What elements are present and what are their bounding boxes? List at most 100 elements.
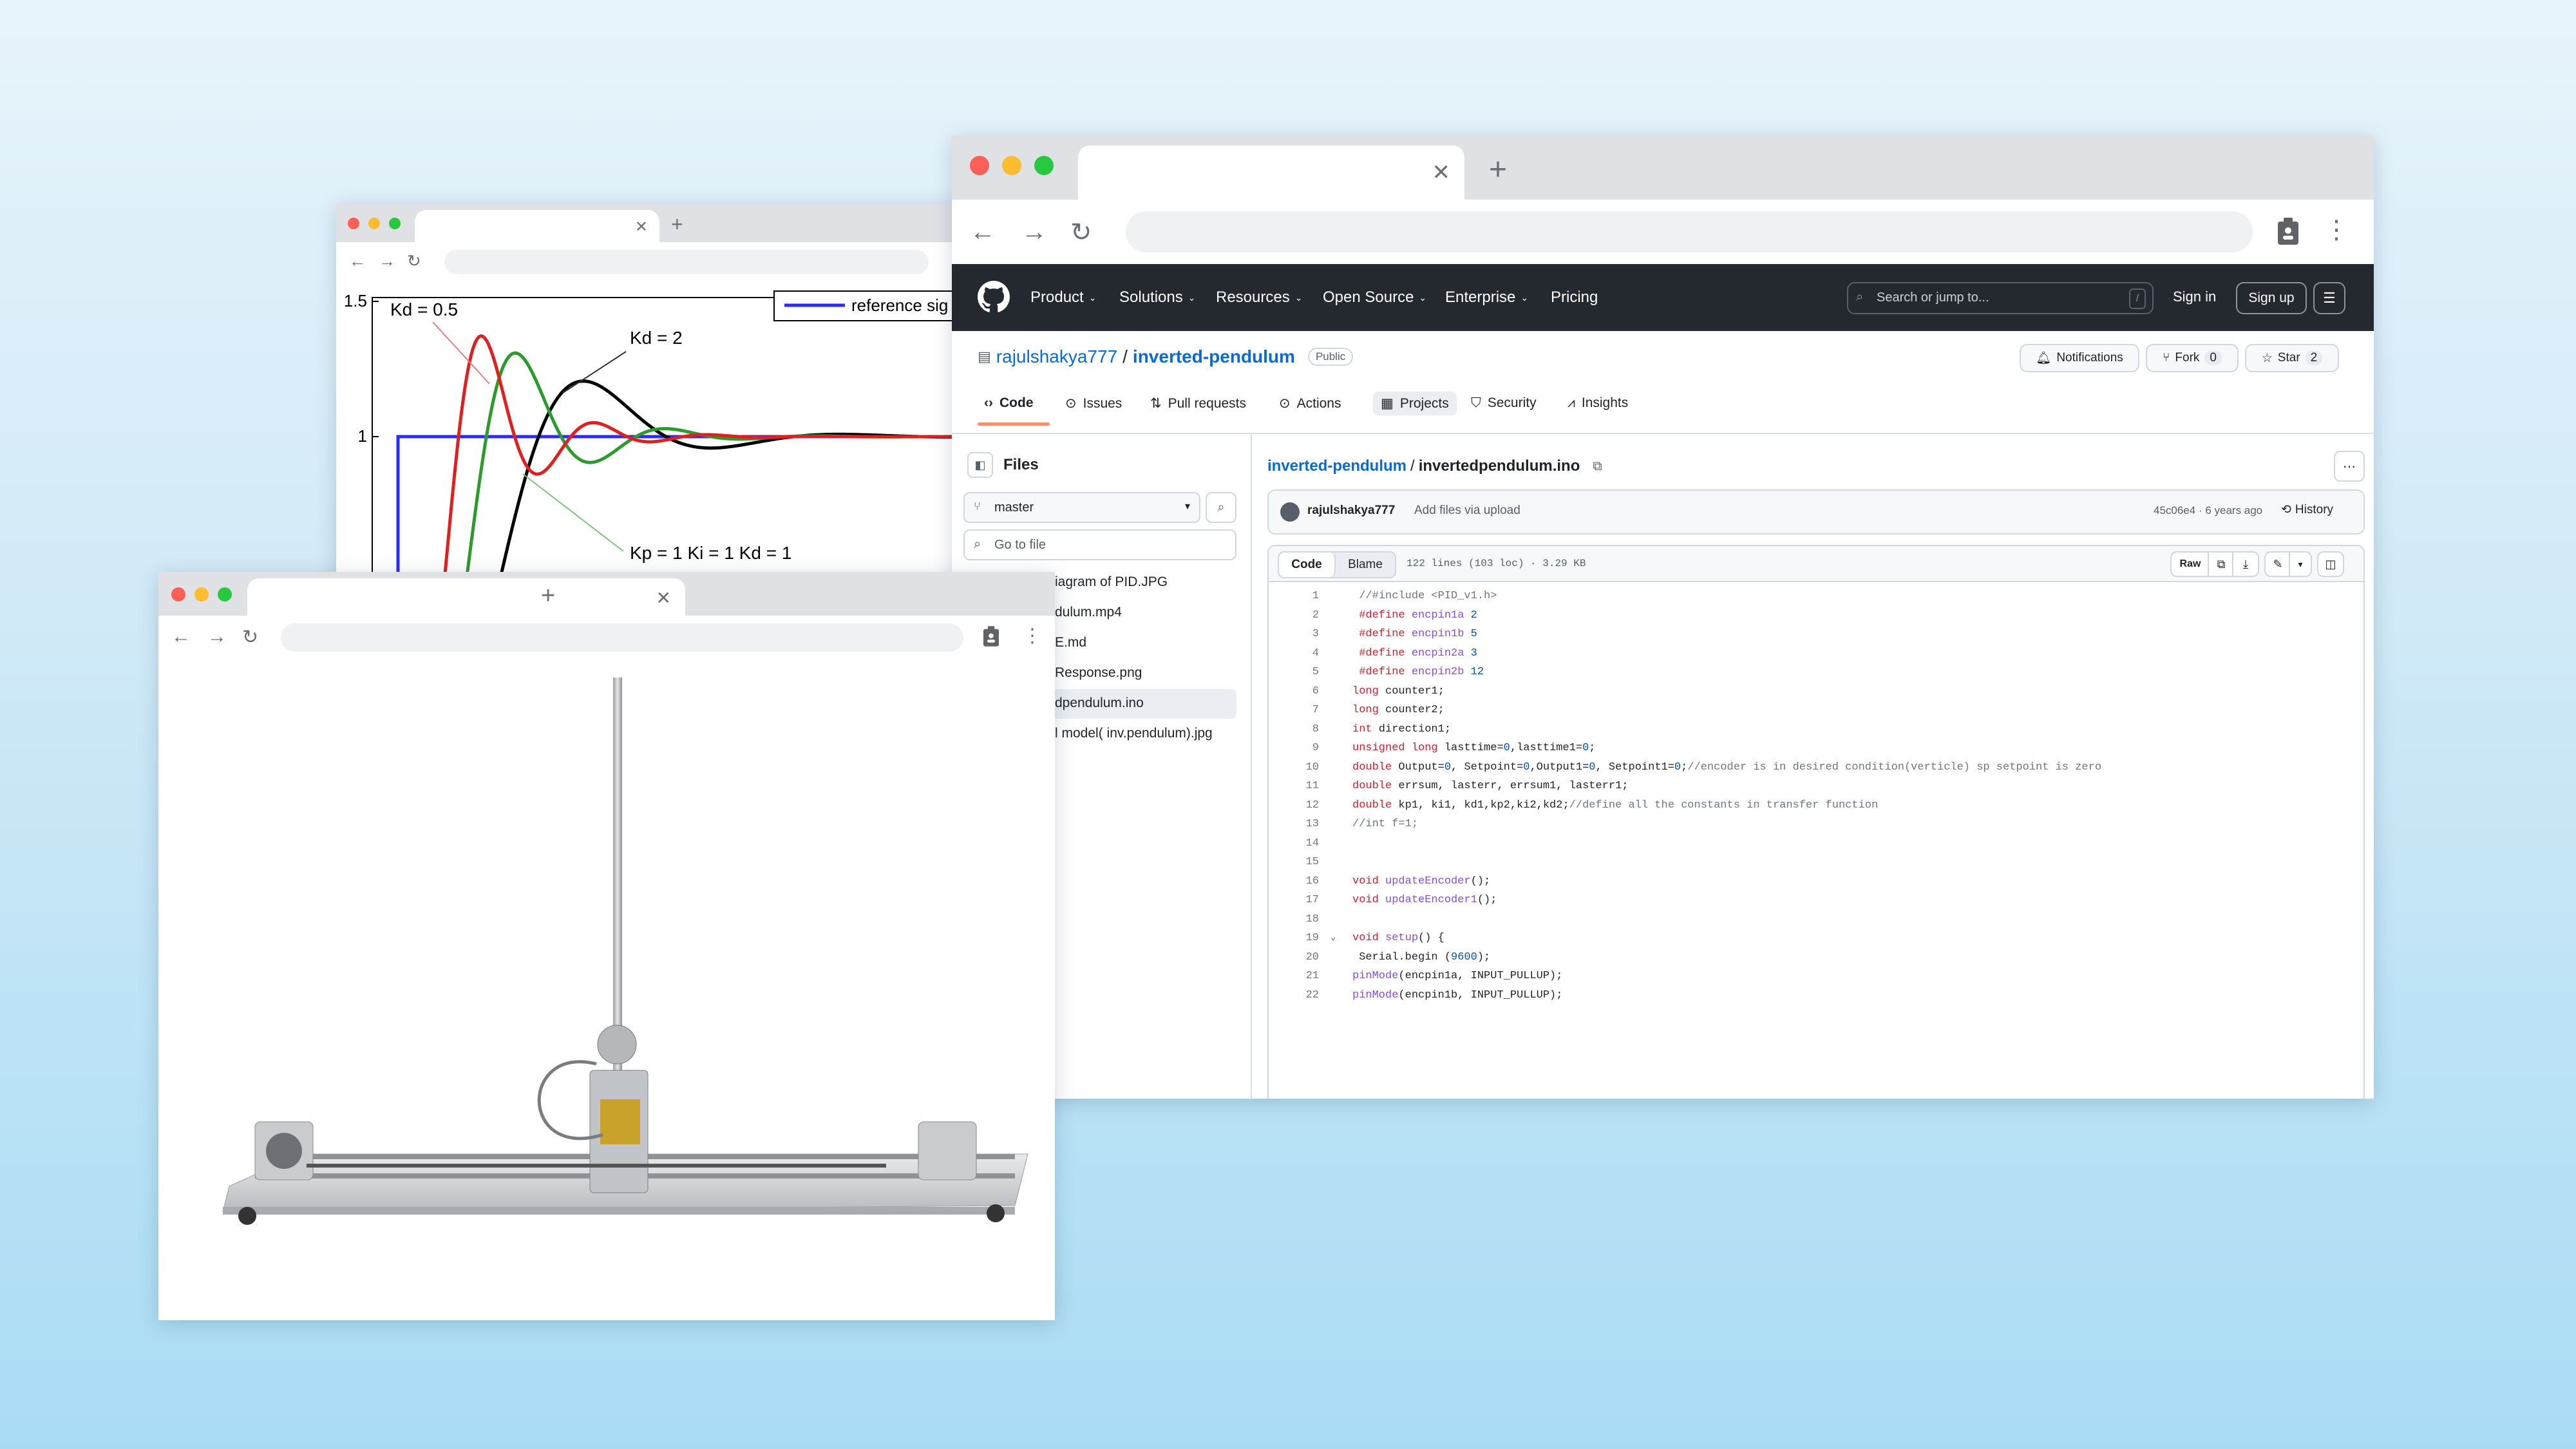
menu-icon[interactable]: ⋮ [1023,625,1042,647]
download-icon[interactable]: ⤓ [2232,551,2259,577]
go-to-file-input[interactable]: ⌕ Go to file [963,529,1236,560]
tab-code[interactable]: ‹› Code [984,395,1034,411]
extension-icon[interactable] [2273,215,2303,247]
search-input[interactable]: ⌕ Search or jump to... / [1847,282,2154,314]
minimize-dot[interactable] [1002,156,1021,175]
github-logo-icon[interactable] [978,281,1010,313]
line-number[interactable]: 3 [1269,628,1319,640]
tab-projects[interactable]: ▦ Projects [1373,392,1457,415]
search-files-icon[interactable]: ⌕ [1206,492,1236,523]
file-item[interactable]: dulum.mp4 [1055,605,1122,620]
menu-sliders-icon[interactable]: ☰ [2313,282,2345,314]
zoom-dot[interactable] [389,218,401,229]
repo-name-link[interactable]: inverted-pendulum [1133,346,1295,367]
nav-pricing[interactable]: Pricing [1551,289,1598,307]
notifications-button[interactable]: 🔔︎ Notifications [2020,344,2139,372]
copy-icon[interactable]: ⧉ [2208,551,2235,577]
tab-close-icon[interactable]: ✕ [635,218,648,236]
reload-icon[interactable]: ↻ [407,251,421,271]
address-bar[interactable] [444,250,929,274]
more-options-icon[interactable]: ⋯ [2334,451,2365,482]
new-tab-icon[interactable]: + [671,213,683,236]
line-number[interactable]: 22 [1269,989,1319,1001]
file-item[interactable]: l model( inv.pendulum).jpg [1055,726,1213,741]
caret-down-icon[interactable]: ▾ [2289,551,2312,577]
extension-icon[interactable] [981,625,1001,648]
edit-pencil-icon[interactable]: ✎ [2264,551,2291,577]
tab-close-icon[interactable]: ✕ [1432,160,1451,185]
tab-actions[interactable]: ⊙ Actions [1279,395,1341,412]
file-item-selected[interactable]: dpendulum.ino [1052,689,1236,719]
avatar[interactable] [1280,502,1300,522]
file-item[interactable]: E.md [1055,635,1086,650]
zoom-dot[interactable] [218,587,232,601]
code-view-button[interactable]: Code [1279,553,1336,577]
nav-product[interactable]: Product ⌄ [1030,289,1096,307]
line-number[interactable]: 10 [1269,761,1319,773]
browser-tab[interactable]: ✕ [247,578,685,616]
blame-view-button[interactable]: Blame [1336,553,1395,577]
line-number[interactable]: 20 [1269,951,1319,963]
minimize-dot[interactable] [194,587,209,601]
line-number[interactable]: 15 [1269,856,1319,868]
tab-security[interactable]: ⛉ Security [1471,395,1537,411]
forward-icon[interactable]: → [207,626,227,648]
nav-solutions[interactable]: Solutions ⌄ [1119,289,1195,307]
sign-in-link[interactable]: Sign in [2173,289,2216,305]
fold-chevron-icon[interactable]: ⌄ [1331,932,1336,943]
line-number[interactable]: 6 [1269,685,1319,697]
line-number[interactable]: 13 [1269,818,1319,830]
branch-select[interactable]: ⑂ master ▾ [963,492,1200,523]
line-number[interactable]: 16 [1269,875,1319,887]
file-item[interactable]: Response.png [1055,665,1142,681]
forward-icon[interactable]: → [379,251,395,271]
repo-owner-link[interactable]: rajulshakya777 [996,346,1117,367]
line-number[interactable]: 2 [1269,609,1319,621]
new-tab-icon[interactable]: + [541,582,555,610]
tab-issues[interactable]: ⊙ Issues [1065,395,1122,412]
commit-meta[interactable]: 45c06e4 · 6 years ago [2154,504,2262,517]
nav-resources[interactable]: Resources ⌄ [1216,289,1302,307]
minimize-dot[interactable] [368,218,380,229]
back-icon[interactable]: ← [171,626,191,648]
commit-author[interactable]: rajulshakya777 [1307,504,1395,518]
tab-pull-requests[interactable]: ⇅ Pull requests [1150,395,1246,412]
line-number[interactable]: 12 [1269,799,1319,811]
line-number[interactable]: 11 [1269,780,1319,792]
zoom-dot[interactable] [1034,156,1054,175]
line-number[interactable]: 18 [1269,913,1319,925]
tab-insights[interactable]: ⩘ Insights [1567,395,1628,411]
new-tab-icon[interactable]: + [1489,152,1507,187]
close-dot[interactable] [970,156,989,175]
reload-icon[interactable]: ↻ [242,626,258,649]
breadcrumb-repo-link[interactable]: inverted-pendulum [1267,457,1406,475]
fork-button[interactable]: ⑂ Fork 0 [2146,344,2239,372]
line-number[interactable]: 21 [1269,970,1319,982]
back-icon[interactable]: ← [349,251,366,271]
back-icon[interactable]: ← [970,218,996,247]
menu-icon[interactable]: ⋮ [2324,215,2349,245]
file-item[interactable]: iagram of PID.JPG [1055,574,1168,590]
line-number[interactable]: 1 [1269,590,1319,602]
copy-path-icon[interactable]: ⧉ [1593,459,1602,474]
browser-tab[interactable]: ✕ [1078,146,1464,200]
address-bar[interactable] [1126,211,2253,252]
reload-icon[interactable]: ↻ [1070,218,1092,247]
nav-enterprise[interactable]: Enterprise ⌄ [1445,289,1528,307]
close-dot[interactable] [348,218,359,229]
history-link[interactable]: ⟲ History [2281,502,2333,517]
line-number[interactable]: 14 [1269,837,1319,849]
tab-close-icon[interactable]: ✕ [656,587,671,609]
line-number[interactable]: 4 [1269,647,1319,659]
symbols-panel-icon[interactable]: ◫ [2317,551,2344,577]
line-number[interactable]: 17 [1269,894,1319,906]
line-number[interactable]: 5 [1269,666,1319,678]
line-number[interactable]: 19 [1269,932,1319,944]
browser-tab[interactable]: ✕ [415,210,659,242]
star-button[interactable]: ☆ Star 2 [2245,344,2339,372]
line-number[interactable]: 9 [1269,742,1319,754]
line-number[interactable]: 7 [1269,704,1319,716]
collapse-sidebar-icon[interactable]: ◧ [967,452,993,478]
forward-icon[interactable]: → [1021,218,1047,247]
sign-up-button[interactable]: Sign up [2236,282,2307,314]
